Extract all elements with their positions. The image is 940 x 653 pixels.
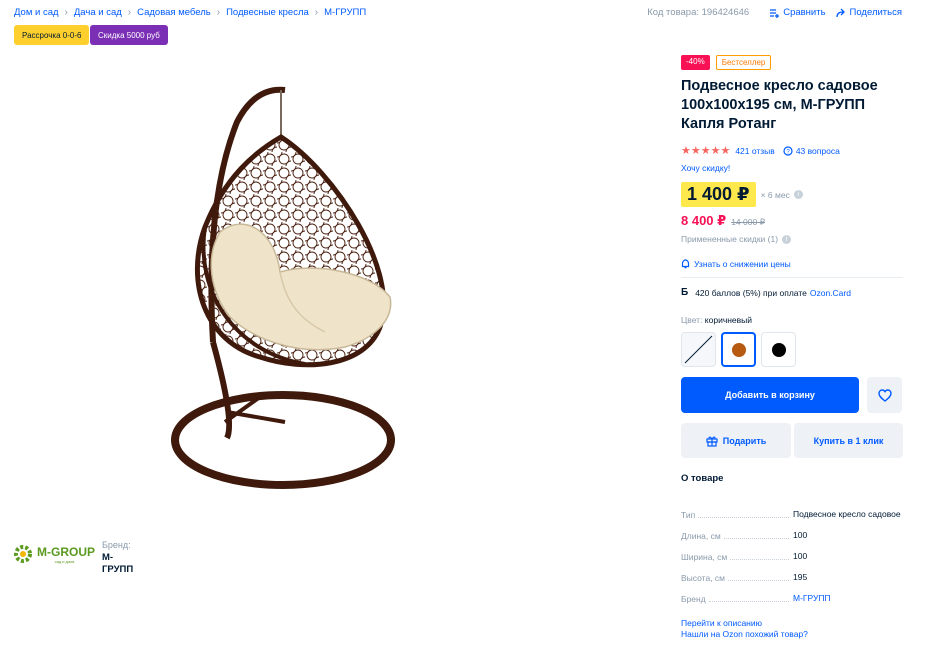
color-swatches	[681, 332, 903, 367]
points-row: Б 420 баллов (5%) при оплате Ozon.Card	[681, 287, 903, 298]
gift-icon	[706, 436, 718, 447]
ozon-card-link[interactable]: Ozon.Card	[810, 288, 851, 298]
breadcrumb-item[interactable]: Садовая мебель	[137, 7, 211, 18]
chevron-right-icon: ›	[216, 7, 221, 18]
installment-badge[interactable]: Рассрочка 0-0-6	[14, 25, 90, 45]
spec-row: Бренд М-ГРУПП	[681, 583, 903, 604]
spec-value: Подвесное кресло садовое	[793, 509, 901, 519]
bestseller-badge: Бестселлер	[715, 55, 772, 70]
notify-price-label: Узнать о снижении цены	[694, 259, 791, 269]
badges: -40% Бестселлер	[681, 55, 903, 70]
product-image[interactable]	[165, 82, 405, 502]
bell-icon	[681, 259, 690, 269]
color-swatch-brown[interactable]	[721, 332, 756, 367]
color-label: Цвет: коричневый	[681, 315, 903, 325]
questions-label: 43 вопроса	[795, 145, 840, 156]
go-to-description-link[interactable]: Перейти к описанию	[681, 618, 903, 629]
buy-one-click-button[interactable]: Купить в 1 клик	[794, 423, 903, 458]
sale-price-row: 8 400 ₽ 14 000 ₽	[681, 213, 903, 229]
spec-key: Высота, см	[681, 573, 726, 583]
installment-period: × 6 мес	[760, 189, 790, 200]
brand-name[interactable]: М-ГРУПП	[102, 552, 142, 576]
applied-discounts-label: Примененные скидки (1)	[681, 234, 779, 244]
gift-label: Подарить	[722, 435, 767, 446]
spec-value: 100	[793, 551, 808, 561]
questions-link[interactable]: ? 43 вопроса	[783, 146, 840, 156]
spec-key: Длина, см	[681, 531, 721, 541]
spec-row: Длина, см 100	[681, 520, 903, 541]
sale-badge: -40%	[681, 55, 710, 70]
top-actions: Код товара: 196424646 Сравнить Поделитьс…	[647, 7, 902, 18]
old-price: 14 000 ₽	[731, 217, 765, 227]
color-dot-black	[771, 342, 786, 357]
divider	[681, 277, 903, 278]
installment-price-row: 1 400 ₽ × 6 мес i	[681, 182, 903, 207]
discount-badge[interactable]: Скидка 5000 руб	[90, 25, 168, 45]
rating-stars[interactable]: ★★★★★	[681, 144, 730, 157]
chevron-right-icon: ›	[127, 7, 132, 18]
color-label-text: Цвет:	[681, 315, 703, 325]
compare-icon	[770, 8, 780, 18]
reviews-link[interactable]: 421 отзыв	[735, 146, 775, 156]
ozon-bank-icon: Б	[681, 287, 689, 298]
info-icon[interactable]: i	[782, 234, 792, 244]
applied-discounts[interactable]: Примененные скидки (1) i	[681, 234, 903, 244]
installment-price: 1 400 ₽	[681, 182, 756, 207]
breadcrumb: Дом и сад › Дача и сад › Садовая мебель …	[14, 7, 366, 18]
cart-row: Добавить в корзину	[681, 377, 903, 413]
spec-row: Тип Подвесное кресло садовое	[681, 492, 903, 520]
color-dot-brown	[731, 342, 746, 357]
spec-row: Ширина, см 100	[681, 541, 903, 562]
spec-value-brand-link[interactable]: М-ГРУПП	[793, 593, 903, 604]
share-icon	[835, 8, 845, 17]
brand-info: Бренд: М-ГРУПП	[102, 540, 142, 576]
breadcrumb-item[interactable]: Дача и сад	[74, 7, 122, 18]
chevron-right-icon: ›	[314, 7, 319, 18]
specs-list: Тип Подвесное кресло садовое Длина, см 1…	[681, 492, 903, 604]
sale-price: 8 400 ₽	[681, 213, 727, 228]
want-discount-link[interactable]: Хочу скидку!	[681, 163, 903, 173]
notify-price-link[interactable]: Узнать о снижении цены	[681, 259, 903, 269]
add-to-cart-button[interactable]: Добавить в корзину	[681, 377, 859, 413]
spec-key: Бренд	[681, 594, 706, 604]
gear-icon	[14, 545, 32, 563]
color-value: коричневый	[704, 315, 753, 325]
about-title: О товаре	[681, 473, 724, 484]
breadcrumb-item[interactable]: М-ГРУПП	[324, 7, 366, 18]
product-panel: -40% Бестселлер Подвесное кресло садовое…	[681, 55, 903, 640]
spec-row: Высота, см 195	[681, 562, 903, 583]
brand-label: Бренд:	[102, 540, 131, 550]
compare-label: Сравнить	[783, 7, 826, 18]
share-button[interactable]: Поделиться	[835, 7, 902, 18]
secondary-actions: Подарить Купить в 1 клик	[681, 423, 903, 458]
breadcrumb-item[interactable]: Подвесные кресла	[226, 7, 309, 18]
spec-key: Тип	[681, 510, 696, 520]
gift-button[interactable]: Подарить	[681, 423, 791, 458]
rating-row: ★★★★★ 421 отзыв ? 43 вопроса	[681, 144, 903, 157]
spec-key: Ширина, см	[681, 552, 728, 562]
spec-value: 195	[793, 572, 808, 582]
favorite-button[interactable]	[867, 377, 902, 413]
points-text: 420 баллов (5%) при оплате	[695, 287, 807, 298]
breadcrumb-item[interactable]: Дом и сад	[14, 7, 59, 18]
found-cheaper-link[interactable]: Нашли на Ozon похожий товар?	[681, 629, 903, 640]
brand-logo[interactable]: M-GROUP сад и дача	[12, 543, 95, 565]
info-icon[interactable]: i	[793, 190, 803, 199]
about-links: Перейти к описанию Нашли на Ozon похожий…	[681, 618, 903, 640]
chevron-right-icon: ›	[64, 7, 68, 18]
color-swatch-none[interactable]	[681, 332, 716, 367]
page-title: Подвесное кресло садовое 100х100х195 см,…	[681, 78, 878, 132]
product-code: Код товара: 196424646	[647, 7, 750, 18]
heart-icon	[877, 388, 892, 402]
question-icon: ?	[783, 145, 793, 156]
compare-button[interactable]: Сравнить	[769, 7, 826, 18]
share-label: Поделиться	[849, 7, 902, 18]
spec-value: 100	[793, 530, 808, 540]
no-color-icon	[684, 335, 713, 364]
brand-logo-text: M-GROUP	[37, 544, 95, 559]
brand-logo-subtitle: сад и дача	[54, 558, 75, 564]
color-swatch-black[interactable]	[761, 332, 796, 367]
